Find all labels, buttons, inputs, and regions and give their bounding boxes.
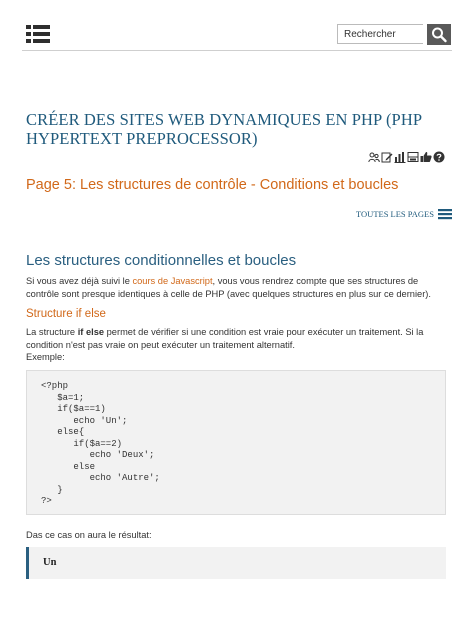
- page-title: Les structures de contrôle - Conditions …: [80, 177, 399, 193]
- help-icon[interactable]: [433, 151, 445, 163]
- users-icon[interactable]: [368, 151, 380, 163]
- code-line: if($a==1): [41, 404, 106, 414]
- page-number: Page 5:: [26, 177, 76, 193]
- code-line: <?php: [41, 381, 69, 391]
- desc-text: La structure: [26, 327, 78, 337]
- all-pages-label: Toutes les pages: [356, 209, 434, 219]
- code-line: echo 'Un';: [41, 415, 128, 426]
- menu-icon[interactable]: [26, 24, 50, 44]
- code-line: $a=1;: [41, 392, 85, 403]
- chart-icon[interactable]: [394, 151, 406, 163]
- description-paragraph: La structure if else permet de vérifier …: [26, 326, 452, 364]
- result-intro: Das ce cas on aura le résultat:: [26, 530, 152, 540]
- list-icon: [437, 209, 452, 220]
- action-icons: [368, 151, 445, 163]
- code-line: else{: [41, 427, 85, 437]
- code-line: if($a==2): [41, 438, 123, 449]
- intro-paragraph: Si vous avez déjà suivi le cours de Java…: [26, 275, 452, 300]
- code-block: <?php $a=1; if($a==1) echo 'Un'; else{ i…: [26, 370, 446, 515]
- print-icon[interactable]: [407, 151, 419, 163]
- desc-keyword: if else: [77, 327, 105, 337]
- thumbs-up-icon[interactable]: [420, 151, 432, 163]
- search-button[interactable]: [427, 24, 451, 45]
- search-input[interactable]: [337, 24, 423, 44]
- section-title: Les structures conditionnelles et boucle…: [26, 252, 297, 269]
- code-line: ?>: [41, 496, 52, 506]
- intro-text: Si vous avez déjà suivi le: [26, 276, 133, 286]
- code-line: else: [41, 461, 96, 472]
- code-line: echo 'Deux';: [41, 450, 155, 460]
- javascript-course-link[interactable]: cours de Javascript: [132, 276, 212, 286]
- document-title: Créer des sites web dynamiques en PHP (P…: [26, 110, 422, 148]
- code-line: }: [41, 484, 63, 495]
- header-divider: [22, 50, 452, 51]
- search-icon: [432, 27, 447, 43]
- subsection-title: Structure if else: [26, 308, 106, 320]
- edit-icon[interactable]: [381, 151, 393, 163]
- result-box: Un: [26, 547, 446, 579]
- example-label: Exemple:: [26, 352, 65, 362]
- page-heading: Page 5: Les structures de contrôle - Con…: [26, 177, 398, 193]
- code-line: echo 'Autre';: [41, 473, 160, 483]
- result-value: Un: [43, 557, 57, 568]
- header: [0, 0, 474, 52]
- all-pages-link[interactable]: Toutes les pages: [356, 208, 452, 220]
